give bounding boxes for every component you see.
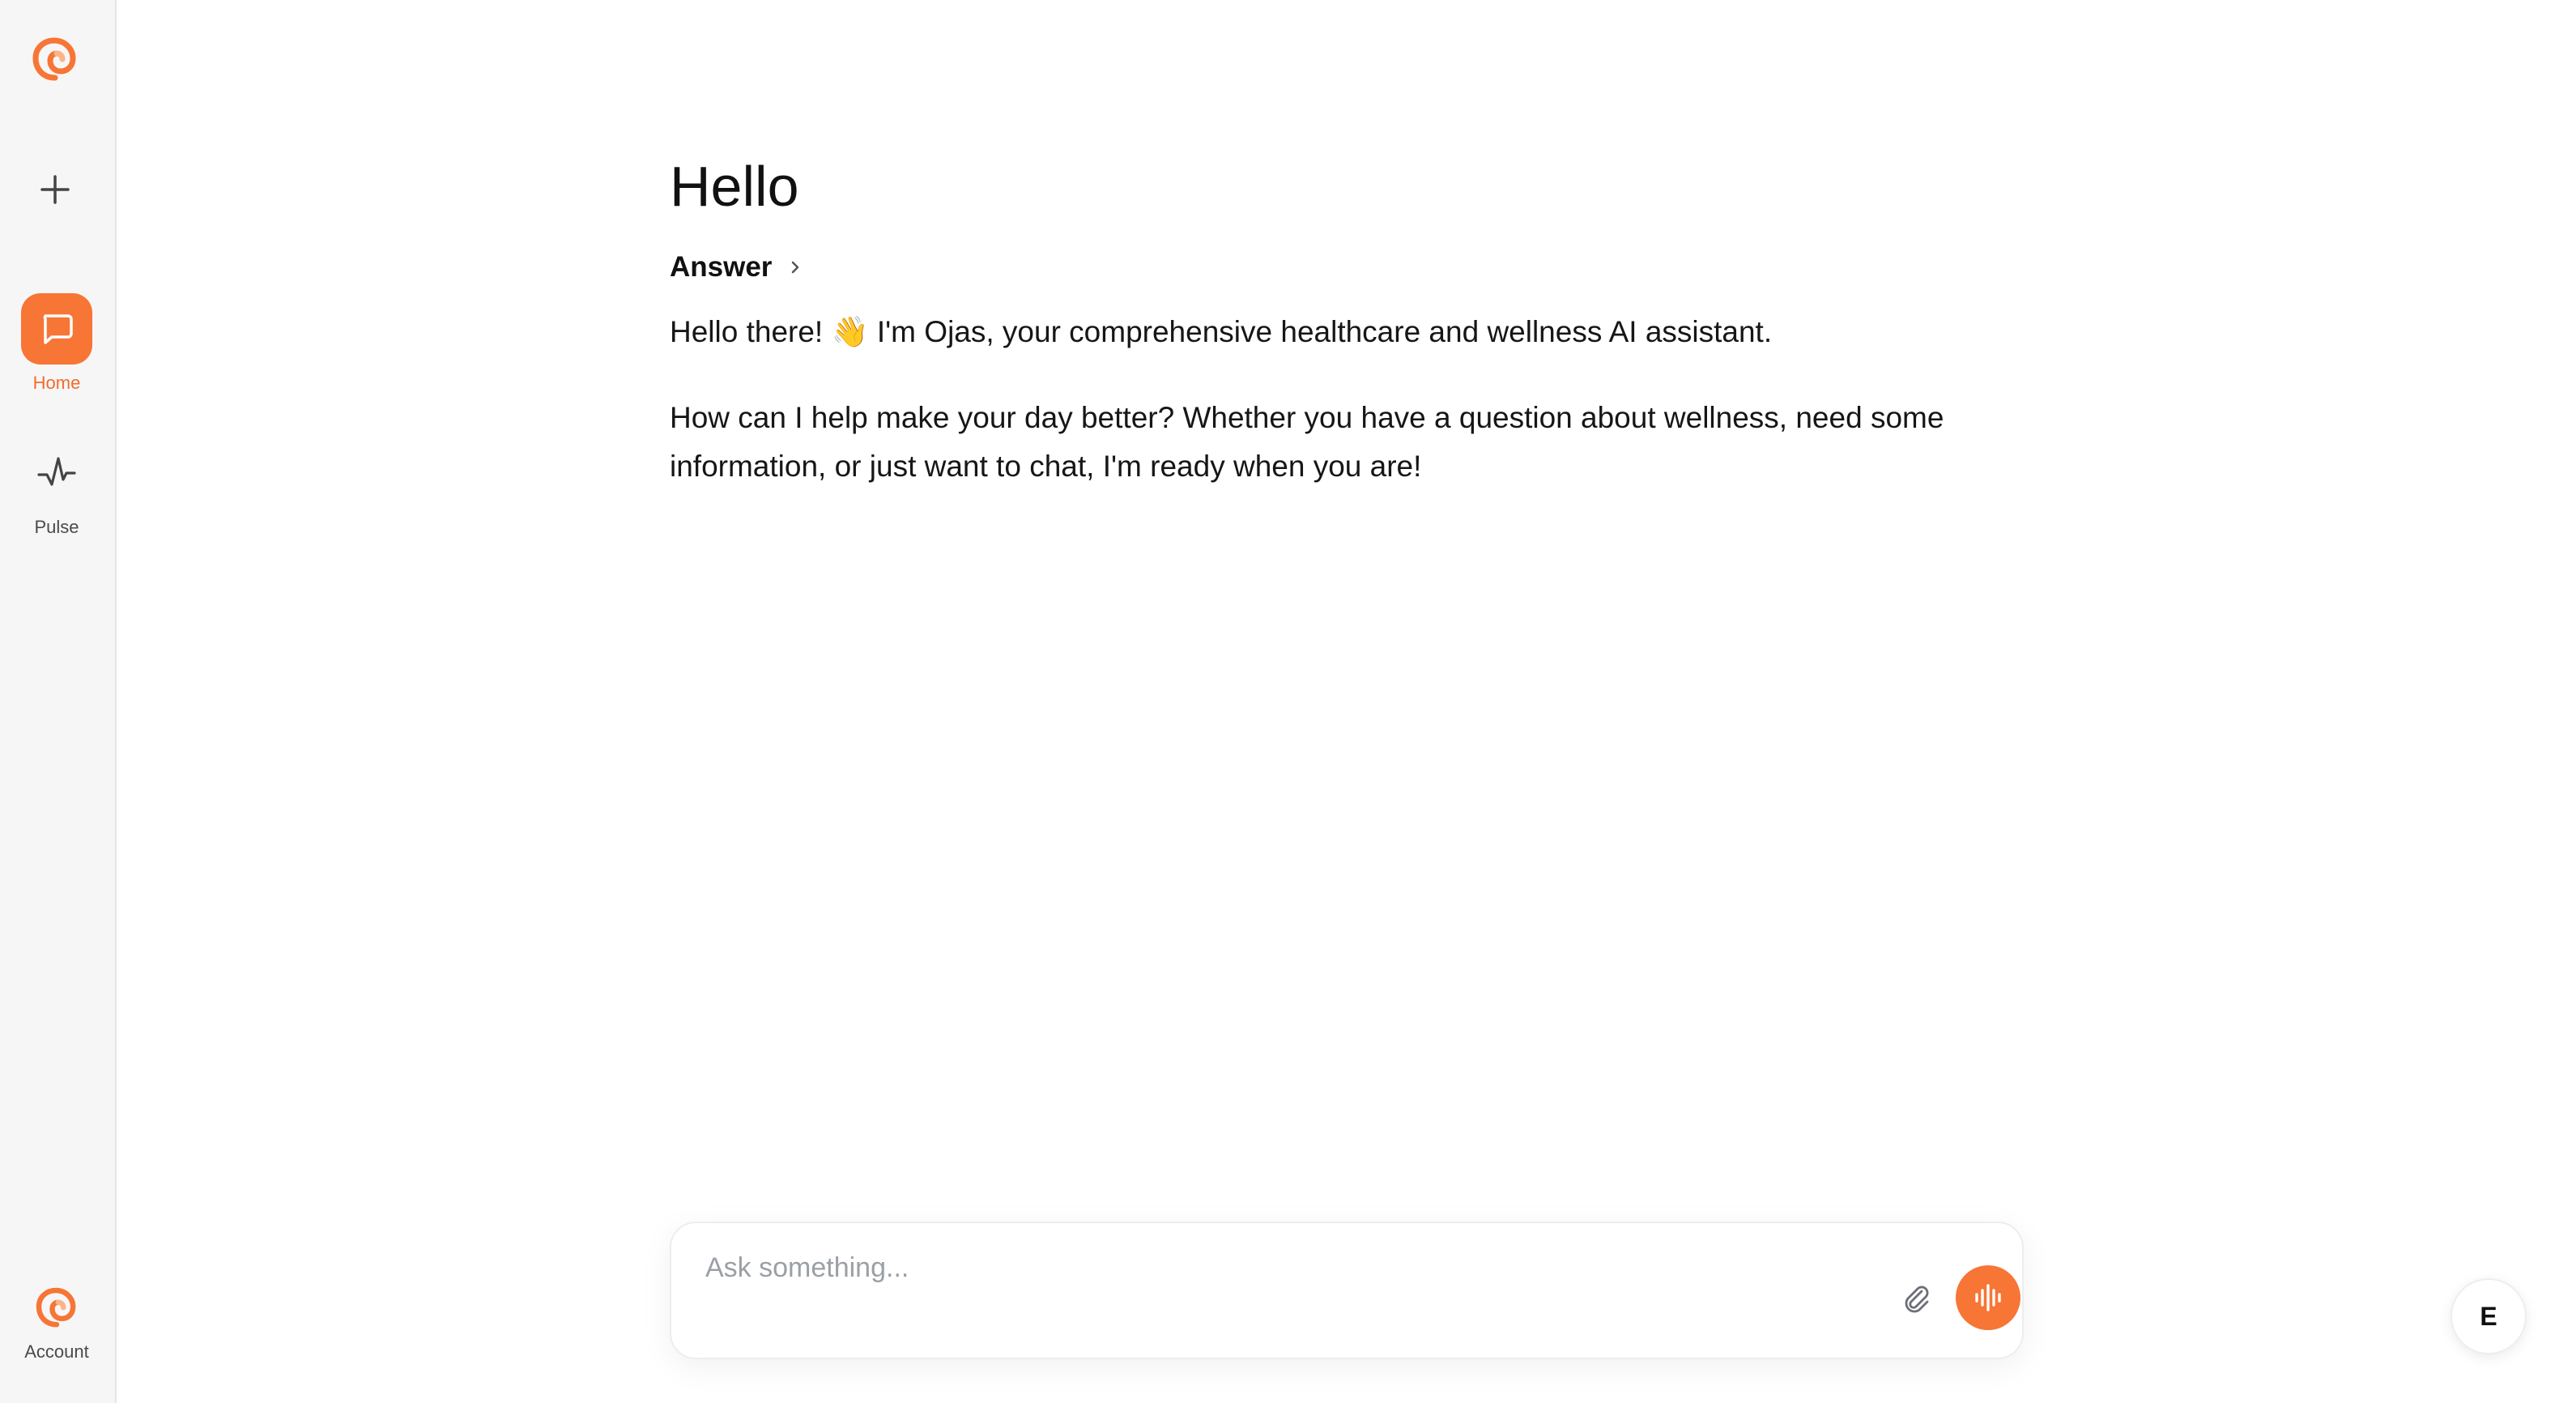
sidebar-item-home[interactable]: Home <box>0 293 113 394</box>
plus-icon <box>40 175 70 204</box>
ojas-logo-icon <box>36 1287 76 1328</box>
paperclip-icon <box>1905 1286 1929 1313</box>
conversation: Hello Answer Hello there! 👋 I'm Ojas, yo… <box>670 146 2030 491</box>
ask-input[interactable] <box>704 1247 1837 1288</box>
page-title: Hello <box>670 155 799 218</box>
answer-toggle[interactable]: Answer <box>670 251 804 284</box>
voice-input-button[interactable] <box>1956 1265 2020 1330</box>
main-panel: Hello Answer Hello there! 👋 I'm Ojas, yo… <box>117 0 2576 1403</box>
new-chat-button[interactable] <box>29 164 81 215</box>
sidebar-item-label: Pulse <box>34 517 79 537</box>
account-button[interactable]: Account <box>0 1281 113 1362</box>
answer-paragraph: How can I help make your day better? Whe… <box>670 401 1944 483</box>
chat-bubble-icon <box>21 293 92 365</box>
user-avatar[interactable]: E <box>2450 1278 2527 1354</box>
answer-paragraph: Hello there! 👋 I'm Ojas, your comprehens… <box>670 315 1773 348</box>
message-composer <box>670 1222 2024 1359</box>
chevron-right-icon <box>792 261 799 274</box>
attach-button[interactable] <box>1897 1278 1935 1317</box>
ojas-logo-icon[interactable] <box>26 31 84 89</box>
app-window: Home Pulse Account Hello Answer Hello th… <box>0 0 2576 1403</box>
activity-pulse-icon <box>21 437 92 509</box>
sidebar: Home Pulse Account <box>0 0 117 1403</box>
sidebar-item-label: Home <box>32 373 81 393</box>
sidebar-item-pulse[interactable]: Pulse <box>0 437 113 538</box>
account-label: Account <box>24 1341 89 1362</box>
audio-waveform-icon <box>1975 1284 2001 1311</box>
answer-label: Answer <box>670 251 773 283</box>
